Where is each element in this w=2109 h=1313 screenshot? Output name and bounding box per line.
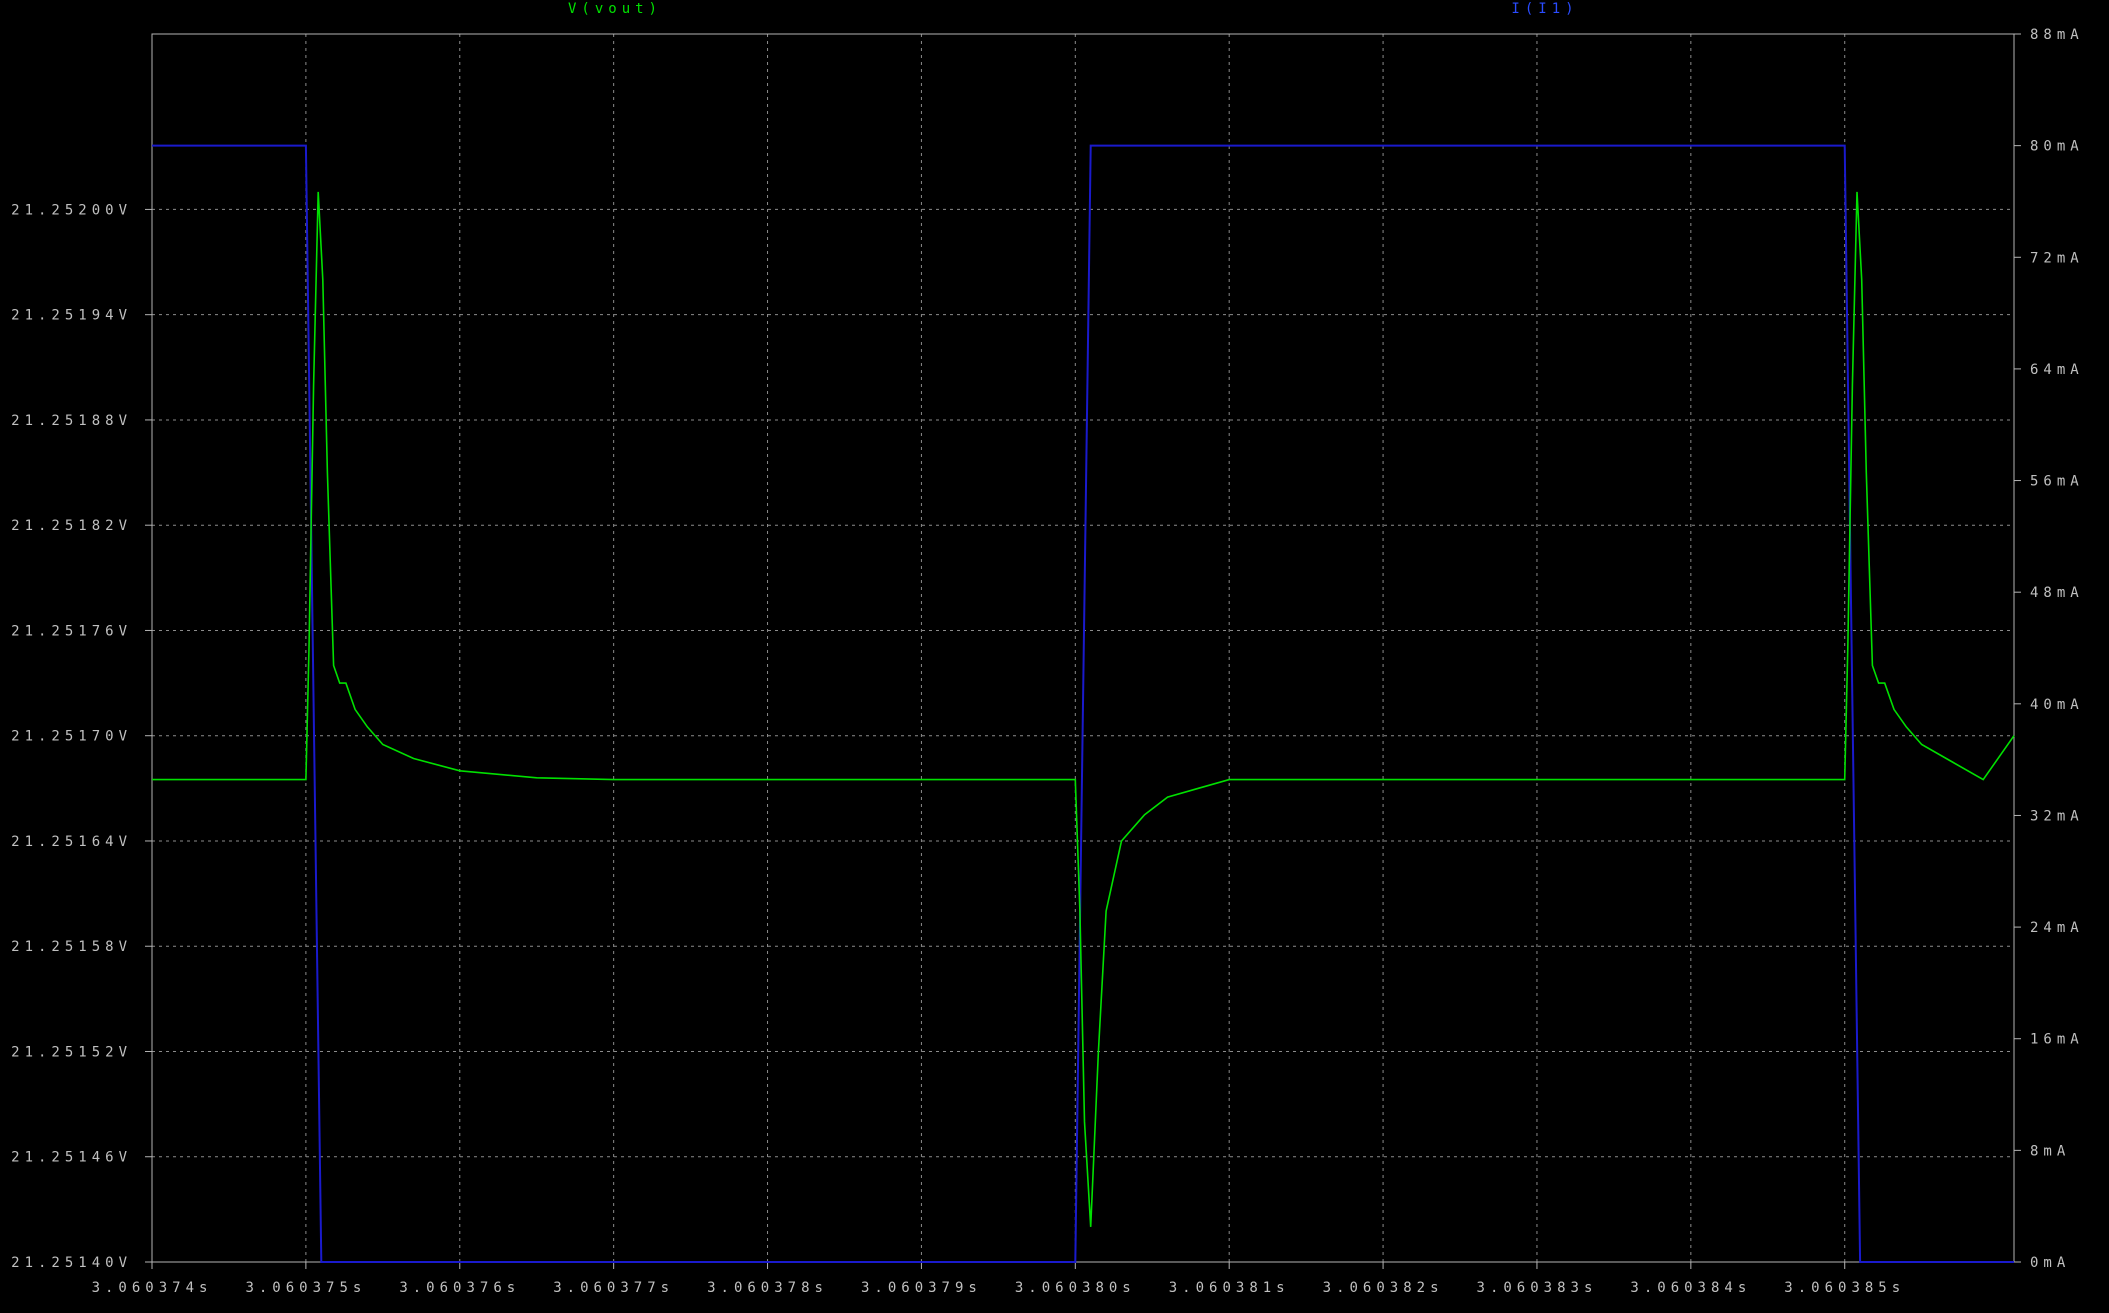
x-tick-label: 3.060375s bbox=[245, 1280, 366, 1296]
left-tick-label: 21.25170V bbox=[11, 729, 132, 745]
left-tick-label: 21.25140V bbox=[11, 1255, 132, 1271]
right-tick-label: 48mA bbox=[2030, 585, 2084, 601]
left-tick-label: 21.25158V bbox=[11, 939, 132, 955]
left-tick-label: 21.25182V bbox=[11, 518, 132, 534]
x-tick-label: 3.060379s bbox=[861, 1280, 982, 1296]
right-tick-label: 72mA bbox=[2030, 250, 2084, 266]
x-tick-label: 3.060384s bbox=[1630, 1280, 1751, 1296]
plot-background bbox=[0, 0, 2109, 1313]
x-tick-label: 3.060377s bbox=[553, 1280, 674, 1296]
left-tick-label: 21.25176V bbox=[11, 623, 132, 639]
x-tick-label: 3.060383s bbox=[1477, 1280, 1598, 1296]
right-tick-label: 24mA bbox=[2030, 920, 2084, 936]
left-tick-label: 21.25164V bbox=[11, 834, 132, 850]
x-tick-label: 3.060374s bbox=[92, 1280, 213, 1296]
right-tick-label: 16mA bbox=[2030, 1032, 2084, 1048]
left-tick-label: 21.25188V bbox=[11, 413, 132, 429]
x-tick-label: 3.060378s bbox=[707, 1280, 828, 1296]
right-tick-label: 80mA bbox=[2030, 139, 2084, 155]
waveform-plot: 21.25140V 21.25146V 21.25152V 21.25158V 21.2… bbox=[0, 0, 2109, 1313]
right-tick-label: 40mA bbox=[2030, 697, 2084, 713]
left-tick-label: 21.25152V bbox=[11, 1044, 132, 1060]
left-tick-label: 21.25146V bbox=[11, 1150, 132, 1166]
right-tick-label: 56mA bbox=[2030, 474, 2084, 490]
right-tick-label: 8mA bbox=[2030, 1143, 2070, 1159]
x-tick-label: 3.060385s bbox=[1784, 1280, 1905, 1296]
right-tick-label: 0mA bbox=[2030, 1255, 2070, 1271]
right-tick-label: 32mA bbox=[2030, 808, 2084, 824]
left-tick-label: 21.25194V bbox=[11, 308, 132, 324]
right-tick-label: 64mA bbox=[2030, 362, 2084, 378]
x-tick-label: 3.060382s bbox=[1323, 1280, 1444, 1296]
left-tick-label: 21.25200V bbox=[11, 202, 132, 218]
legend-current[interactable]: I(I1) bbox=[1511, 1, 1578, 17]
x-tick-label: 3.060381s bbox=[1169, 1280, 1290, 1296]
x-tick-label: 3.060376s bbox=[399, 1280, 520, 1296]
right-tick-label: 88mA bbox=[2030, 27, 2084, 43]
legend-vout[interactable]: V(vout) bbox=[568, 1, 662, 17]
x-tick-label: 3.060380s bbox=[1015, 1280, 1136, 1296]
